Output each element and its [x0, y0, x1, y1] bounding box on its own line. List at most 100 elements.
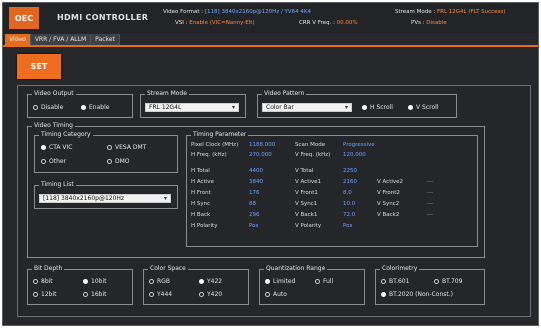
timing-row: H Total 4400 V Total 2250	[187, 168, 477, 178]
video-format-status: Video Format : [118] 3840x2160p@120Hz / …	[163, 9, 311, 15]
radio-dot-icon	[315, 279, 320, 284]
radio-dot-icon	[33, 292, 38, 297]
timing-v-label: V Front1	[295, 190, 318, 196]
radio-label: VESA DMT	[115, 144, 147, 151]
pixel-clock-label: Pixel Clock (MHz)	[191, 142, 239, 148]
crr-value: 00.00%	[336, 20, 358, 26]
tab-packet[interactable]: Packet	[91, 34, 120, 45]
tab-vrr-fva-allm[interactable]: VRR / FVA / ALLM	[30, 34, 92, 45]
bit-12-radio[interactable]: 12bit	[33, 291, 56, 298]
timing-list-value: [118] 3840x2160p@120Hz	[43, 195, 125, 202]
video-timing-group: Video Timing Timing Category CTA VIC VES…	[27, 122, 485, 258]
dmo-radio[interactable]: DMO	[107, 158, 130, 165]
timing-h-label: H Back	[191, 212, 211, 218]
y420-radio[interactable]: Y420	[199, 291, 222, 298]
timing-v2-dash: ---	[427, 190, 433, 196]
scan-mode-value: Progressive	[343, 142, 375, 148]
timing-v2-dash: ---	[427, 201, 433, 207]
radio-dot-icon	[107, 159, 112, 164]
brand-logo: OEC	[9, 7, 39, 29]
bit-8-radio[interactable]: 8bit	[33, 278, 53, 285]
video-format-label: Video Format :	[163, 9, 204, 15]
radio-dot-icon	[381, 279, 386, 284]
video-pattern-value: Color Bar	[266, 104, 294, 111]
radio-dot-selected-icon	[81, 105, 86, 110]
video-output-disable-radio[interactable]: Disable	[33, 104, 63, 111]
timing-row: H Polarity Pos V Polarity Pos	[187, 223, 477, 233]
radio-dot-selected-icon	[362, 105, 367, 110]
chevron-down-icon: ▾	[163, 195, 167, 202]
radio-label: 8bit	[41, 278, 53, 285]
timing-v-label: V Active1	[295, 179, 322, 185]
radio-label: Y420	[207, 291, 223, 298]
timing-v2-label: V Front2	[377, 190, 400, 196]
limited-radio[interactable]: Limited	[265, 278, 295, 285]
video-pattern-select[interactable]: Color Bar ▾	[262, 103, 352, 112]
vesa-dmt-radio[interactable]: VESA DMT	[107, 144, 146, 151]
rgb-radio[interactable]: RGB	[149, 278, 170, 285]
color-space-group: Color Space RGB Y422 Y444 Y420	[143, 265, 249, 305]
set-button[interactable]: SET	[17, 54, 61, 79]
timing-category-group: Timing Category CTA VIC VESA DMT Other D…	[34, 131, 178, 173]
radio-dot-icon	[83, 292, 88, 297]
radio-label: 16bit	[91, 291, 107, 298]
y422-radio[interactable]: Y422	[199, 278, 222, 285]
v-scroll-radio[interactable]: V Scroll	[408, 104, 438, 111]
v-freq-label: V Freq. (kHz)	[295, 152, 331, 158]
other-radio[interactable]: Other	[41, 158, 66, 165]
y444-radio[interactable]: Y444	[149, 291, 172, 298]
timing-row: H Front 176 V Front1 8.0 V Front2 ---	[187, 190, 477, 200]
timing-v-value: 72.0	[343, 212, 356, 218]
colorimetry-legend: Colorimetry	[380, 265, 420, 272]
radio-label: V Scroll	[416, 104, 439, 111]
radio-label: Auto	[273, 291, 287, 298]
bit-10-radio[interactable]: 10bit	[83, 278, 106, 285]
bit-16-radio[interactable]: 16bit	[83, 291, 106, 298]
radio-dot-icon	[33, 279, 38, 284]
timing-row: H Sync 88 V Sync1 10.0 V Sync2 ---	[187, 201, 477, 211]
timing-list-select[interactable]: [118] 3840x2160p@120Hz ▾	[39, 194, 171, 203]
bt601-radio[interactable]: BT.601	[381, 278, 409, 285]
stream-mode-group: Stream Mode FRL 12G4L ▾	[140, 90, 246, 118]
timing-v2-dash: ---	[427, 179, 433, 185]
radio-dot-selected-icon	[199, 279, 204, 284]
stream-mode-select[interactable]: FRL 12G4L ▾	[145, 103, 239, 112]
radio-label: Y422	[207, 278, 223, 285]
app-window: OEC HDMI CONTROLLER Video Format : [118]…	[2, 2, 539, 326]
radio-label: Enable	[89, 104, 110, 111]
cta-vic-radio[interactable]: CTA VIC	[41, 144, 72, 151]
tab-underline	[3, 45, 538, 47]
timing-v-value: 2250	[343, 168, 357, 174]
full-radio[interactable]: Full	[315, 278, 333, 285]
radio-dot-icon	[41, 159, 46, 164]
radio-label: RGB	[157, 278, 170, 285]
radio-dot-selected-icon	[381, 292, 386, 297]
timing-h-value: Pos	[249, 223, 259, 229]
timing-v-label: V Total	[295, 168, 314, 174]
radio-dot-icon	[107, 145, 112, 150]
timing-list-legend: Timing List	[39, 181, 76, 188]
pcs-status: PVs : Disable	[411, 20, 447, 26]
vsi-label: VSI :	[175, 20, 188, 26]
radio-label: CTA VIC	[49, 144, 73, 151]
timing-h-value: 296	[249, 212, 260, 218]
timing-v-value: 2160	[343, 179, 357, 185]
header-bar: OEC HDMI CONTROLLER Video Format : [118]…	[3, 3, 538, 33]
video-output-enable-radio[interactable]: Enable	[81, 104, 109, 111]
quantization-range-group: Quantization Range Limited Full Auto	[259, 265, 365, 305]
h-scroll-radio[interactable]: H Scroll	[362, 104, 393, 111]
bt2020-radio[interactable]: BT.2020 (Non-Const.)	[381, 291, 453, 298]
pcs-value: Disable	[426, 20, 447, 26]
vsi-status: VSI : Enable (VIC=Nanny-Elt)	[175, 20, 255, 26]
timing-h-label: H Front	[191, 190, 211, 196]
v-freq-value: 120.000	[343, 152, 366, 158]
colorimetry-group: Colorimetry BT.601 BT.709 BT.2020 (Non-C…	[375, 265, 485, 305]
auto-radio[interactable]: Auto	[265, 291, 287, 298]
tab-video[interactable]: Video	[5, 34, 31, 45]
bit-depth-legend: Bit Depth	[32, 265, 65, 272]
stream-mode-value: FRL 12G4L	[149, 104, 182, 111]
timing-v-label: V Polarity	[295, 223, 322, 229]
bt709-radio[interactable]: BT.709	[434, 278, 462, 285]
radio-label: BT.709	[442, 278, 463, 285]
radio-label: Y444	[157, 291, 173, 298]
